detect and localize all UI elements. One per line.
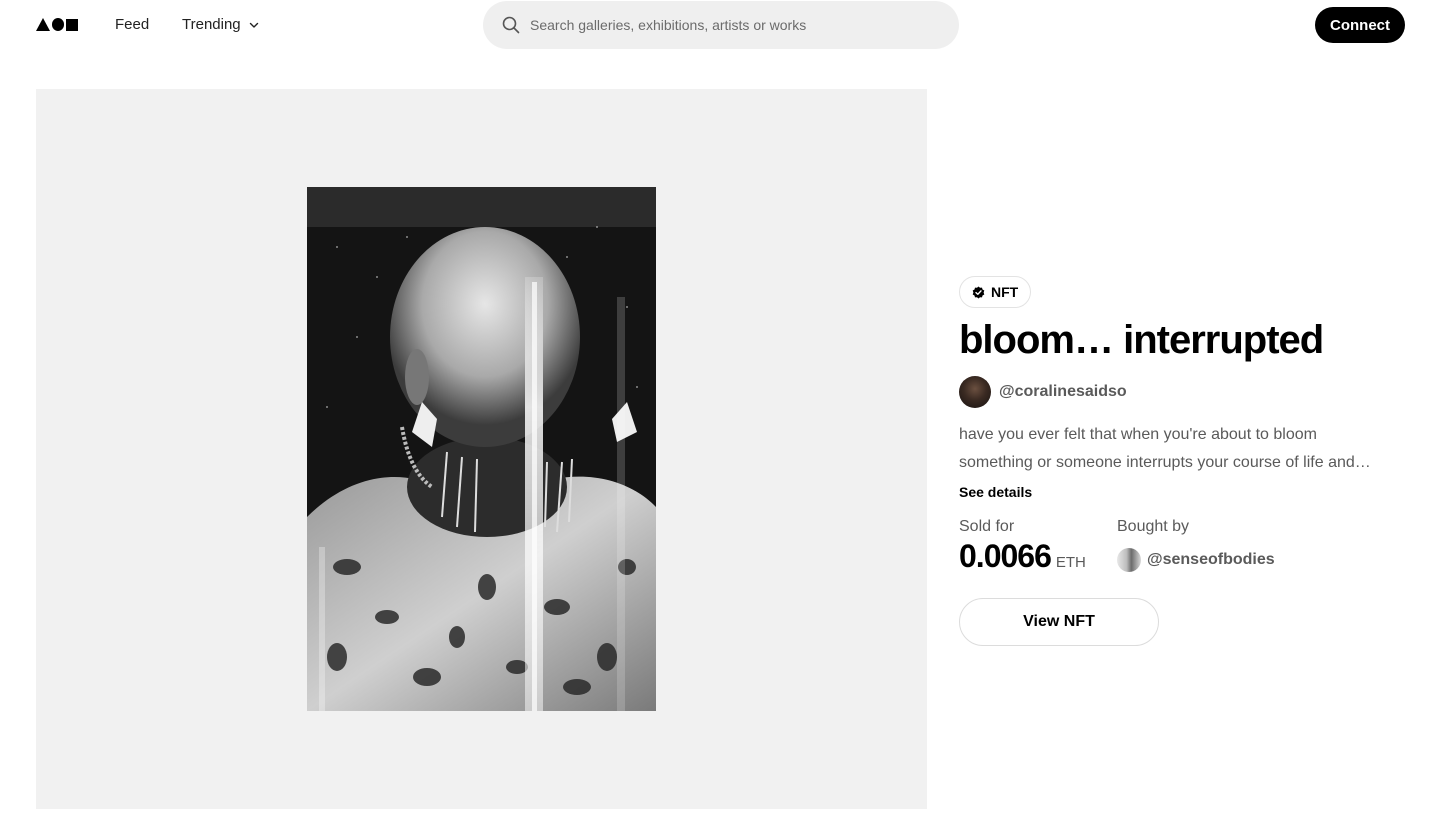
nft-badge: NFT bbox=[959, 276, 1032, 308]
artwork-description: have you ever felt that when you're abou… bbox=[959, 421, 1399, 477]
nav-trending-label: Trending bbox=[182, 16, 241, 33]
verified-check-icon bbox=[972, 286, 985, 298]
chevron-down-icon bbox=[249, 22, 258, 28]
nft-badge-label: NFT bbox=[991, 284, 1019, 300]
search-input[interactable] bbox=[530, 17, 930, 33]
price-unit: ETH bbox=[1055, 554, 1086, 571]
description-line-1: have you ever felt that when you're abou… bbox=[959, 426, 1317, 443]
artist-handle: @coralinesaidso bbox=[999, 383, 1127, 400]
logo-square bbox=[66, 18, 78, 31]
nav-trending-dropdown[interactable]: Trending bbox=[182, 16, 259, 33]
buyer-handle: @senseofbodies bbox=[1147, 551, 1275, 568]
logo-triangle bbox=[36, 18, 50, 31]
description-line-2: something or someone interrupts your cou… bbox=[959, 454, 1371, 471]
sold-for-label: Sold for bbox=[959, 518, 1015, 535]
artwork-image[interactable] bbox=[307, 187, 656, 711]
search-icon bbox=[502, 16, 520, 34]
top-navigation-bar: Feed Trending Connect bbox=[0, 0, 1441, 50]
artist-avatar bbox=[959, 376, 991, 408]
see-details-link[interactable]: See details bbox=[959, 484, 1032, 500]
artist-link[interactable]: @coralinesaidso bbox=[959, 376, 1127, 408]
bought-by-label: Bought by bbox=[1117, 518, 1190, 535]
aoi-logo-icon[interactable] bbox=[36, 17, 78, 32]
artwork-title: bloom… interrupted bbox=[959, 318, 1324, 362]
artwork-panel bbox=[36, 89, 927, 809]
price-value: 0.0066 bbox=[959, 538, 1052, 574]
sale-price: 0.0066 ETH bbox=[959, 538, 1086, 575]
search-bar[interactable] bbox=[483, 1, 959, 49]
buyer-avatar bbox=[1117, 548, 1141, 572]
connect-button[interactable]: Connect bbox=[1315, 7, 1405, 43]
buyer-link[interactable]: @senseofbodies bbox=[1117, 548, 1275, 572]
view-nft-button[interactable]: View NFT bbox=[959, 598, 1159, 646]
logo-circle bbox=[52, 18, 65, 31]
nav-feed-link[interactable]: Feed bbox=[115, 16, 149, 33]
